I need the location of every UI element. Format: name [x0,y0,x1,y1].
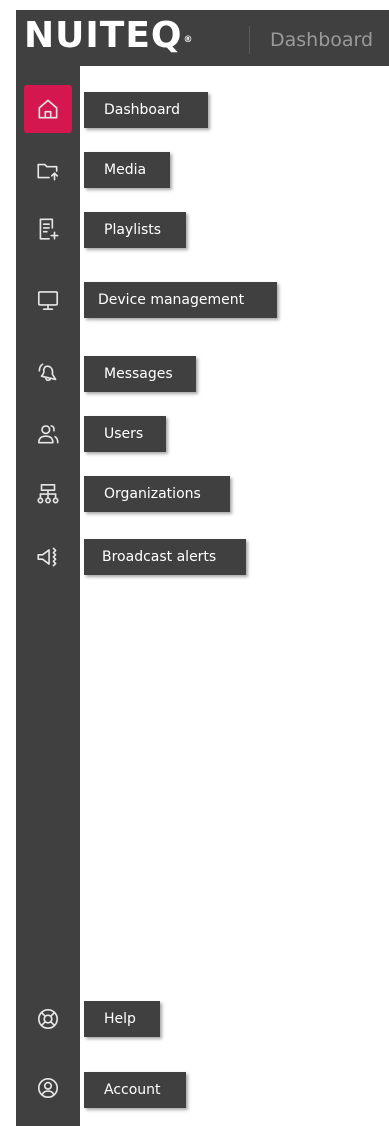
sidebar-item-playlists[interactable] [24,205,72,253]
playlist-add-icon [39,218,59,240]
top-bar: NUITEQ® Dashboard [16,10,389,66]
sidebar-item-broadcast-alerts[interactable] [24,533,72,581]
registered-mark: ® [183,35,193,45]
top-divider [249,26,250,54]
tooltip-device-management[interactable]: Device management [84,282,277,318]
sidebar-item-device-management[interactable] [24,276,72,324]
user-circle-icon [37,1077,59,1099]
sidebar-item-dashboard[interactable] [24,85,72,133]
megaphone-icon [37,547,57,567]
tooltip-account[interactable]: Account [84,1072,186,1108]
users-icon [37,425,59,444]
sidebar-item-media[interactable] [24,147,72,195]
sidebar-item-users[interactable] [24,410,72,458]
tooltip-broadcast-alerts[interactable]: Broadcast alerts [84,539,246,575]
bell-ring-icon [38,363,57,382]
folder-upload-icon [37,163,59,181]
tooltip-help[interactable]: Help [84,1001,160,1037]
monitor-icon [37,291,59,311]
page-title: Dashboard [270,29,374,51]
logo-text: NUITEQ [24,15,183,56]
tooltip-media[interactable]: Media [84,152,170,188]
tooltip-messages[interactable]: Messages [84,356,196,392]
sidebar-item-messages[interactable] [24,350,72,398]
sidebar-item-account[interactable] [24,1064,72,1112]
nuiteq-logo[interactable]: NUITEQ® [24,14,193,58]
tooltip-dashboard[interactable]: Dashboard [84,92,208,128]
tooltip-users[interactable]: Users [84,416,166,452]
tooltip-organizations[interactable]: Organizations [84,476,230,512]
sidebar-item-help[interactable] [24,995,72,1043]
org-tree-icon [37,483,59,504]
lifebuoy-icon [37,1008,59,1030]
sidebar-item-organizations[interactable] [24,470,72,518]
tooltip-playlists[interactable]: Playlists [84,212,186,248]
home-icon [38,99,58,119]
